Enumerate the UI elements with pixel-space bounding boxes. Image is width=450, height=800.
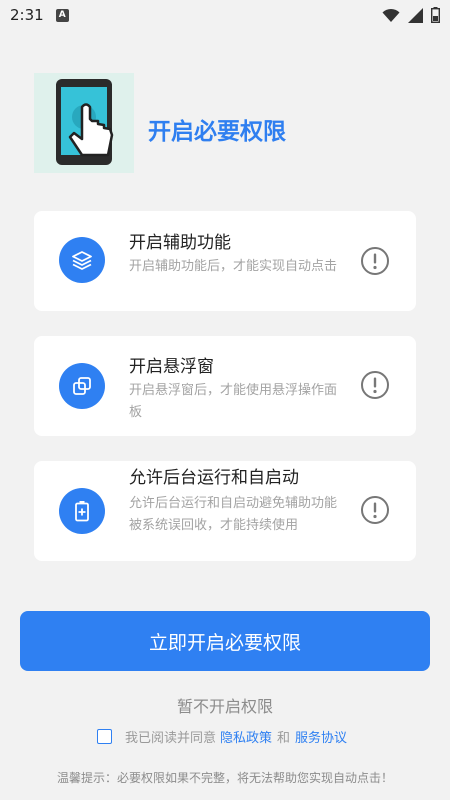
card-title: 允许后台运行和自启动: [129, 468, 299, 488]
alert-icon[interactable]: [360, 370, 390, 400]
card-description: 开启悬浮窗后，才能使用悬浮操作面板: [129, 383, 338, 420]
agreement-text: 我已阅读并同意: [125, 731, 217, 746]
signal-icon: [408, 7, 423, 23]
status-icons: [382, 7, 440, 23]
warning-tip: 温馨提示：必要权限如果不完整，将无法帮助您实现自动点击！: [56, 771, 393, 785]
app-logo: [34, 73, 134, 173]
overlay-windows-icon: [59, 363, 105, 409]
card-description: 开启辅助功能后，才能实现自动点击: [129, 259, 338, 274]
permission-card-accessibility[interactable]: 开启辅助功能 开启辅助功能后，才能实现自动点击: [34, 211, 416, 311]
agreement-checkbox[interactable]: [97, 729, 112, 744]
terms-of-service-link[interactable]: 服务协议: [295, 727, 347, 746]
layers-icon: [59, 237, 105, 283]
agreement-and: 和: [277, 731, 291, 746]
status-time: 2:31: [10, 6, 44, 24]
privacy-policy-link[interactable]: 隐私政策: [220, 727, 272, 746]
battery-plus-icon: [59, 488, 105, 534]
agreement-row: 我已阅读并同意 隐私政策 和 服务协议: [97, 727, 347, 746]
wifi-icon: [382, 8, 400, 22]
permission-card-overlay[interactable]: 开启悬浮窗 开启悬浮窗后，才能使用悬浮操作面板: [34, 336, 416, 436]
status-bar: 2:31 A: [0, 0, 450, 30]
card-title: 开启悬浮窗: [129, 357, 214, 377]
notification-icon: A: [55, 8, 69, 22]
card-description: 允许后台运行和自启动避免辅助功能被系统误回收，才能持续使用: [129, 496, 338, 533]
permission-card-background[interactable]: 允许后台运行和自启动 允许后台运行和自启动避免辅助功能被系统误回收，才能持续使用: [34, 461, 416, 561]
card-title: 开启辅助功能: [129, 233, 231, 253]
skip-permissions-link[interactable]: 暂不开启权限: [0, 693, 450, 717]
battery-icon: [431, 7, 440, 23]
alert-icon[interactable]: [360, 495, 390, 525]
page-title: 开启必要权限: [148, 119, 286, 145]
alert-icon[interactable]: [360, 246, 390, 276]
enable-permissions-button[interactable]: 立即开启必要权限: [20, 611, 430, 671]
